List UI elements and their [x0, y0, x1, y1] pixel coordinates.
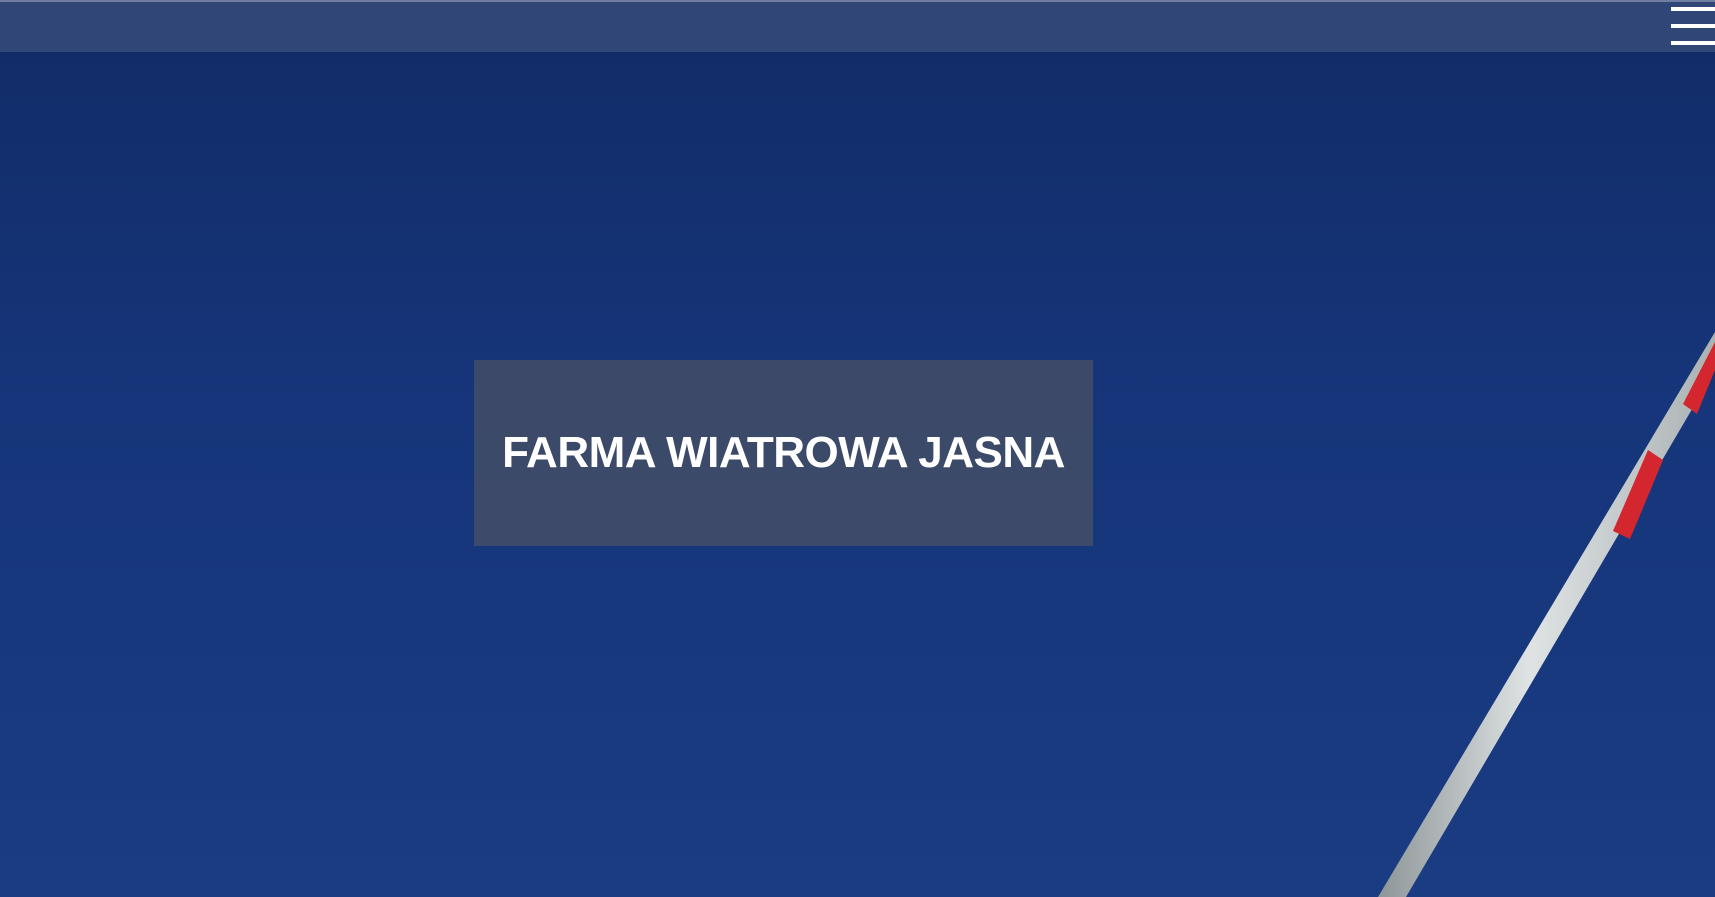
menu-button[interactable]: [1669, 2, 1715, 52]
turbine-blade: [1378, 332, 1715, 897]
hero-title: FARMA WIATROWA JASNA: [502, 428, 1065, 477]
hero-title-box: FARMA WIATROWA JASNA: [474, 360, 1093, 546]
page: FARMA WIATROWA JASNA: [0, 0, 1715, 897]
header-bar: [0, 2, 1715, 52]
hamburger-menu-icon: [1671, 7, 1715, 45]
